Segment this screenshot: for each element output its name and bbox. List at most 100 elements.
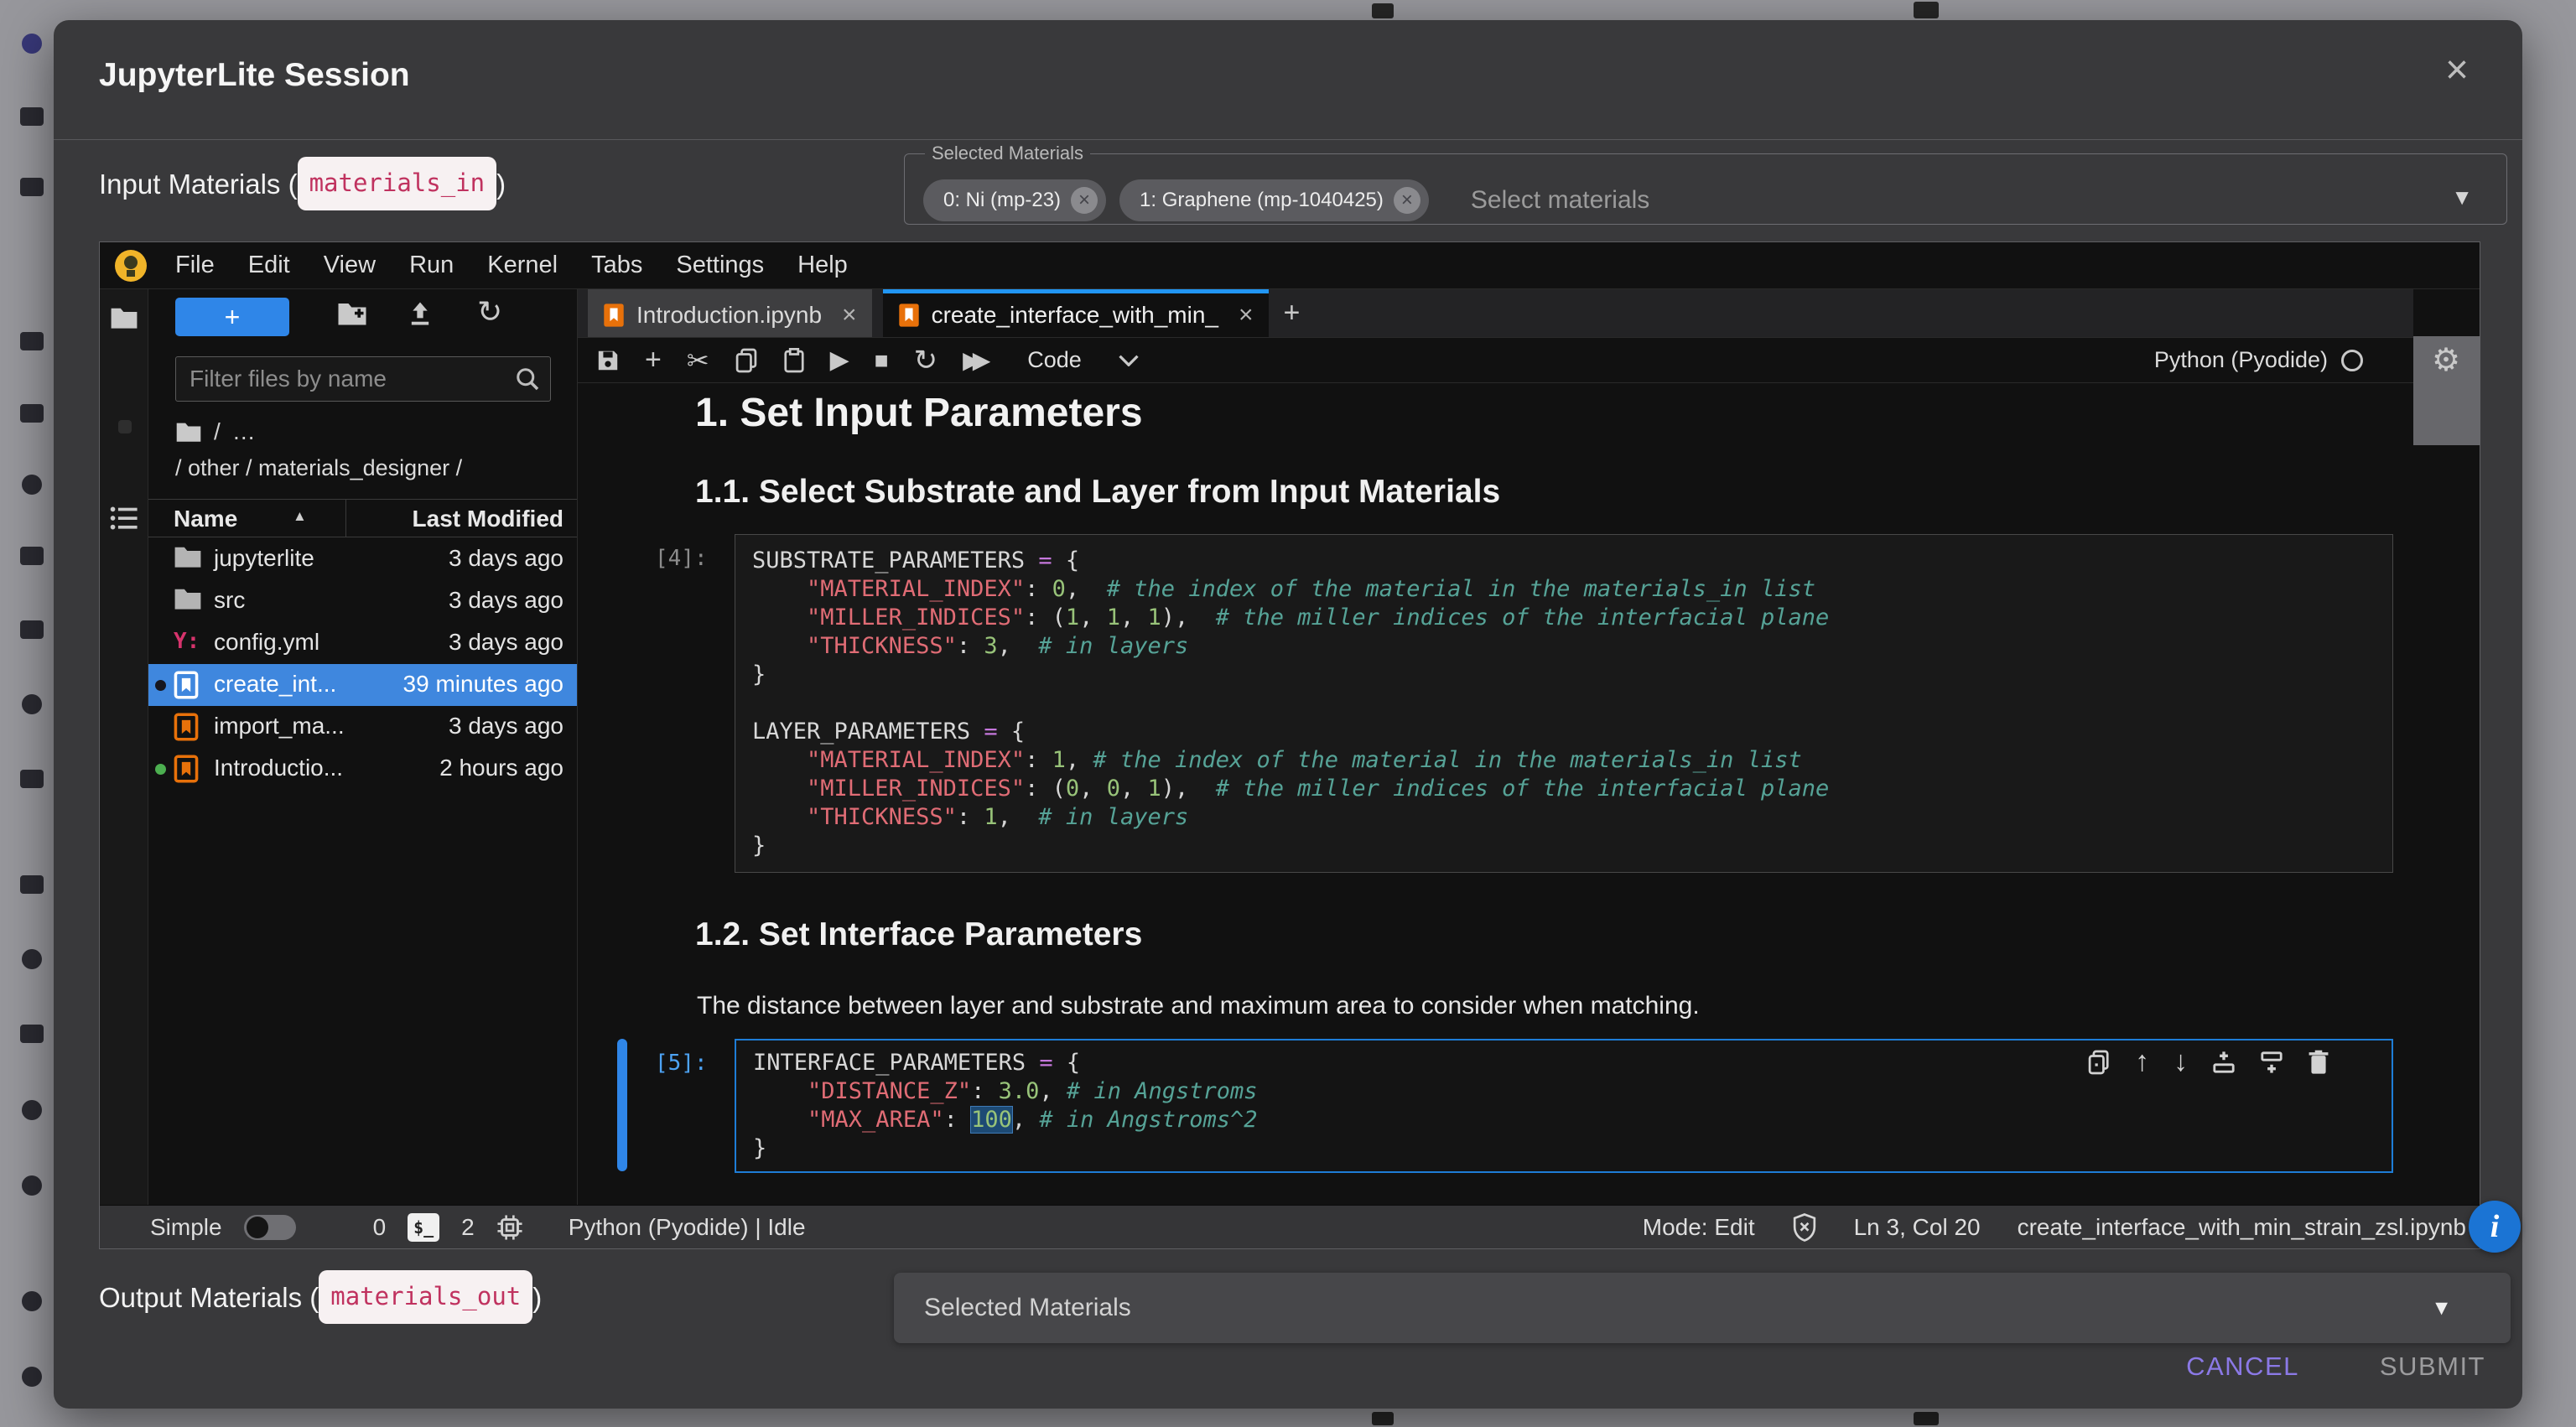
menu-settings[interactable]: Settings: [659, 252, 781, 279]
info-button[interactable]: i: [2469, 1201, 2521, 1253]
background-app-icon: [20, 178, 44, 196]
menu-help[interactable]: Help: [781, 252, 865, 279]
restart-kernel-icon[interactable]: ↻: [914, 344, 938, 377]
gear-icon[interactable]: ⚙: [2432, 341, 2460, 379]
chevron-down-icon[interactable]: ▼: [2451, 184, 2473, 210]
column-name[interactable]: Name: [174, 506, 237, 532]
menu-file[interactable]: File: [158, 252, 231, 279]
background-app-icon: [1914, 1412, 1939, 1425]
simple-mode-toggle[interactable]: [244, 1215, 296, 1240]
terminal-icon[interactable]: $_: [408, 1213, 439, 1242]
column-last-modified[interactable]: Last Modified: [413, 506, 564, 532]
file-browser: + ↻: [148, 289, 578, 1205]
sort-asc-icon[interactable]: ▲: [293, 508, 307, 525]
menu-tabs[interactable]: Tabs: [574, 252, 659, 279]
duplicate-cell-icon[interactable]: [2087, 1050, 2111, 1075]
file-row-jupyterlite[interactable]: jupyterlite 3 days ago: [148, 538, 577, 580]
breadcrumb-ellipsis[interactable]: …: [232, 418, 256, 445]
background-app-icon: [20, 107, 44, 126]
file-row-src[interactable]: src 3 days ago: [148, 580, 577, 622]
menu-run[interactable]: Run: [392, 252, 470, 279]
copy-cells-icon[interactable]: [735, 348, 758, 373]
mode-indicator[interactable]: Mode: Edit: [1643, 1214, 1755, 1241]
menu-view[interactable]: View: [307, 252, 392, 279]
cancel-button[interactable]: CANCEL: [2186, 1352, 2299, 1382]
output-materials-select[interactable]: Selected Materials ▼: [894, 1273, 2511, 1343]
kernel-status-icon[interactable]: [2341, 350, 2363, 371]
kernel-busy-dot: [155, 680, 166, 691]
stop-kernel-icon[interactable]: ■: [875, 347, 889, 374]
active-cell-collapser[interactable]: [617, 1039, 627, 1171]
delete-cell-icon[interactable]: [2308, 1050, 2329, 1075]
background-app-icon: [22, 694, 42, 714]
close-icon[interactable]: ×: [2445, 50, 2469, 91]
background-app-icon: [20, 875, 44, 894]
file-row-introduction[interactable]: Introductio... 2 hours ago: [148, 748, 577, 790]
insert-cell-above-icon[interactable]: [2212, 1051, 2236, 1074]
background-app-icon: [22, 949, 42, 969]
column-divider: [345, 500, 346, 537]
markdown-h2: 1.2. Set Interface Parameters: [695, 916, 1142, 953]
file-row-create-interface[interactable]: create_int... 39 minutes ago: [148, 664, 577, 706]
file-row-import-material[interactable]: import_ma... 3 days ago: [148, 706, 577, 748]
chevron-down-icon[interactable]: [1119, 355, 1139, 366]
move-cell-down-icon[interactable]: ↓: [2174, 1046, 2188, 1078]
breadcrumb-path[interactable]: / other / materials_designer /: [175, 455, 462, 481]
insert-cell-below-icon[interactable]: [2260, 1051, 2283, 1074]
add-tab-icon[interactable]: +: [1269, 297, 1316, 330]
search-icon: [515, 366, 540, 392]
trust-shield-icon[interactable]: [1792, 1213, 1817, 1242]
close-tab-icon[interactable]: ×: [1239, 301, 1254, 330]
file-browser-tab-icon[interactable]: [110, 306, 138, 330]
background-app-icon: [20, 332, 44, 350]
notebook-file-icon: [174, 713, 199, 741]
file-row-config-yml[interactable]: Y: config.yml 3 days ago: [148, 622, 577, 664]
new-folder-icon[interactable]: [337, 301, 367, 326]
kernel-status-text[interactable]: Python (Pyodide) | Idle: [569, 1214, 806, 1241]
background-app-icon: [20, 770, 44, 788]
tab-create-interface[interactable]: create_interface_with_min_ ×: [883, 289, 1269, 337]
tab-introduction-ipynb[interactable]: Introduction.ipynb ×: [588, 289, 872, 337]
screen: JupyterLite Session × Input Materials (m…: [0, 0, 2576, 1427]
cursor-position[interactable]: Ln 3, Col 20: [1854, 1214, 1981, 1241]
new-launcher-button[interactable]: +: [175, 298, 289, 336]
paste-cells-icon[interactable]: [783, 348, 805, 373]
table-of-contents-tab-icon[interactable]: [110, 506, 138, 531]
markdown-paragraph: The distance between layer and substrate…: [697, 992, 1700, 1020]
breadcrumb-root[interactable]: /: [214, 418, 221, 445]
header-divider: [54, 139, 2522, 140]
file-modified: 39 minutes ago: [403, 671, 564, 698]
save-icon[interactable]: [596, 349, 620, 372]
menu-kernel[interactable]: Kernel: [470, 252, 574, 279]
upload-icon[interactable]: [407, 301, 434, 328]
restart-run-all-icon[interactable]: ▶▶: [963, 346, 982, 374]
simple-mode-label: Simple: [150, 1214, 222, 1241]
cpu-chip-icon[interactable]: [496, 1214, 523, 1241]
move-cell-up-icon[interactable]: ↑: [2135, 1046, 2149, 1078]
file-name: create_int...: [214, 671, 336, 698]
notebook-area: 1. Set Input Parameters 1.1. Select Subs…: [578, 383, 2413, 1205]
run-cell-icon[interactable]: ▶: [830, 345, 849, 375]
input-materials-select[interactable]: Selected Materials 0: Ni (mp-23) × 1: Gr…: [904, 143, 2507, 225]
remove-chip-icon[interactable]: ×: [1071, 187, 1098, 214]
refresh-icon[interactable]: ↻: [477, 294, 502, 330]
close-tab-icon[interactable]: ×: [842, 301, 857, 330]
cut-cells-icon[interactable]: ✂: [687, 345, 709, 376]
background-app-icon: [20, 547, 44, 565]
submit-button[interactable]: SUBMIT: [2380, 1352, 2485, 1382]
output-materials-suffix: ): [532, 1282, 542, 1313]
menu-edit[interactable]: Edit: [231, 252, 307, 279]
code-cell-4[interactable]: SUBSTRATE_PARAMETERS = { "MATERIAL_INDEX…: [735, 534, 2393, 873]
notebook-file-icon: [174, 671, 199, 699]
cell-type-select[interactable]: Code: [1027, 347, 1082, 373]
home-folder-icon[interactable]: [175, 421, 202, 443]
materials-in-code-chip: materials_in: [298, 157, 497, 210]
add-cell-icon[interactable]: +: [645, 344, 662, 376]
filter-files-input[interactable]: [190, 357, 500, 401]
material-chip[interactable]: 1: Graphene (mp-1040425) ×: [1119, 179, 1429, 221]
remove-chip-icon[interactable]: ×: [1394, 187, 1420, 214]
kernel-name[interactable]: Python (Pyodide): [2154, 347, 2328, 373]
material-chip[interactable]: 0: Ni (mp-23) ×: [923, 179, 1106, 221]
file-modified: 3 days ago: [449, 545, 564, 572]
material-chip-label: 0: Ni (mp-23): [943, 189, 1061, 212]
